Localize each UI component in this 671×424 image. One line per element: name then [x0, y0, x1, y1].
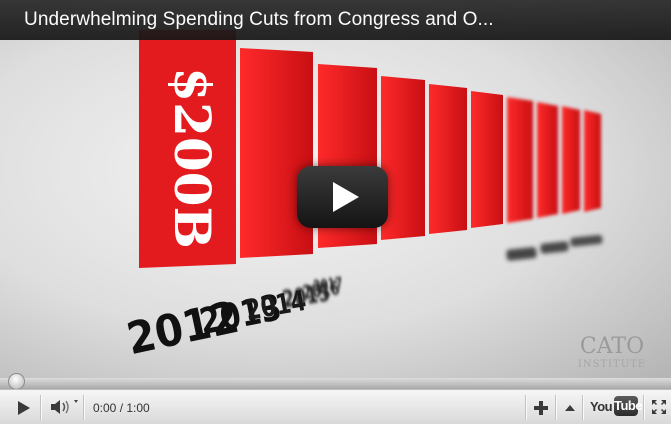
bar-column: [507, 97, 533, 223]
control-divider: [555, 395, 557, 420]
youtube-logo-you[interactable]: You: [590, 399, 613, 414]
volume-icon[interactable]: [48, 397, 80, 417]
bar-column: [562, 106, 580, 214]
bar-value-label: $200B: [163, 67, 222, 248]
control-bar: 0:00 / 1:00 You Tube: [0, 389, 671, 424]
video-title[interactable]: Underwhelming Spending Cuts from Congres…: [24, 9, 494, 31]
bar-column: [537, 102, 558, 218]
year-label: 2017: [312, 274, 343, 296]
expand-arrow-icon[interactable]: [562, 401, 578, 415]
bar-column: [471, 91, 503, 228]
big-play-button[interactable]: [297, 166, 388, 228]
bar-column: [584, 110, 601, 212]
bar-column: [429, 84, 467, 234]
add-icon[interactable]: [532, 399, 550, 417]
progress-bar[interactable]: [0, 378, 671, 389]
play-icon[interactable]: [12, 399, 34, 417]
control-divider: [643, 395, 645, 420]
big-play-icon: [333, 182, 359, 212]
far-year-labels: [506, 234, 603, 261]
logo-line1: CATO: [580, 334, 644, 359]
youtube-logo-tube[interactable]: Tube: [614, 396, 643, 416]
control-divider: [40, 395, 42, 420]
cato-logo: CATO INSTITUTE: [578, 334, 646, 370]
control-divider: [582, 395, 584, 420]
control-divider: [525, 395, 527, 420]
video-frame[interactable]: $200B 2012 2013 2014 2015 2016 2017 Unde…: [0, 0, 671, 378]
logo-line2: INSTITUTE: [578, 359, 646, 370]
control-divider: [83, 395, 85, 420]
fullscreen-icon[interactable]: [650, 398, 668, 416]
title-bar[interactable]: Underwhelming Spending Cuts from Congres…: [0, 0, 671, 40]
progress-scrubber[interactable]: [8, 373, 25, 390]
video-player: $200B 2012 2013 2014 2015 2016 2017 Unde…: [0, 0, 671, 424]
time-display: 0:00 / 1:00: [93, 401, 150, 415]
